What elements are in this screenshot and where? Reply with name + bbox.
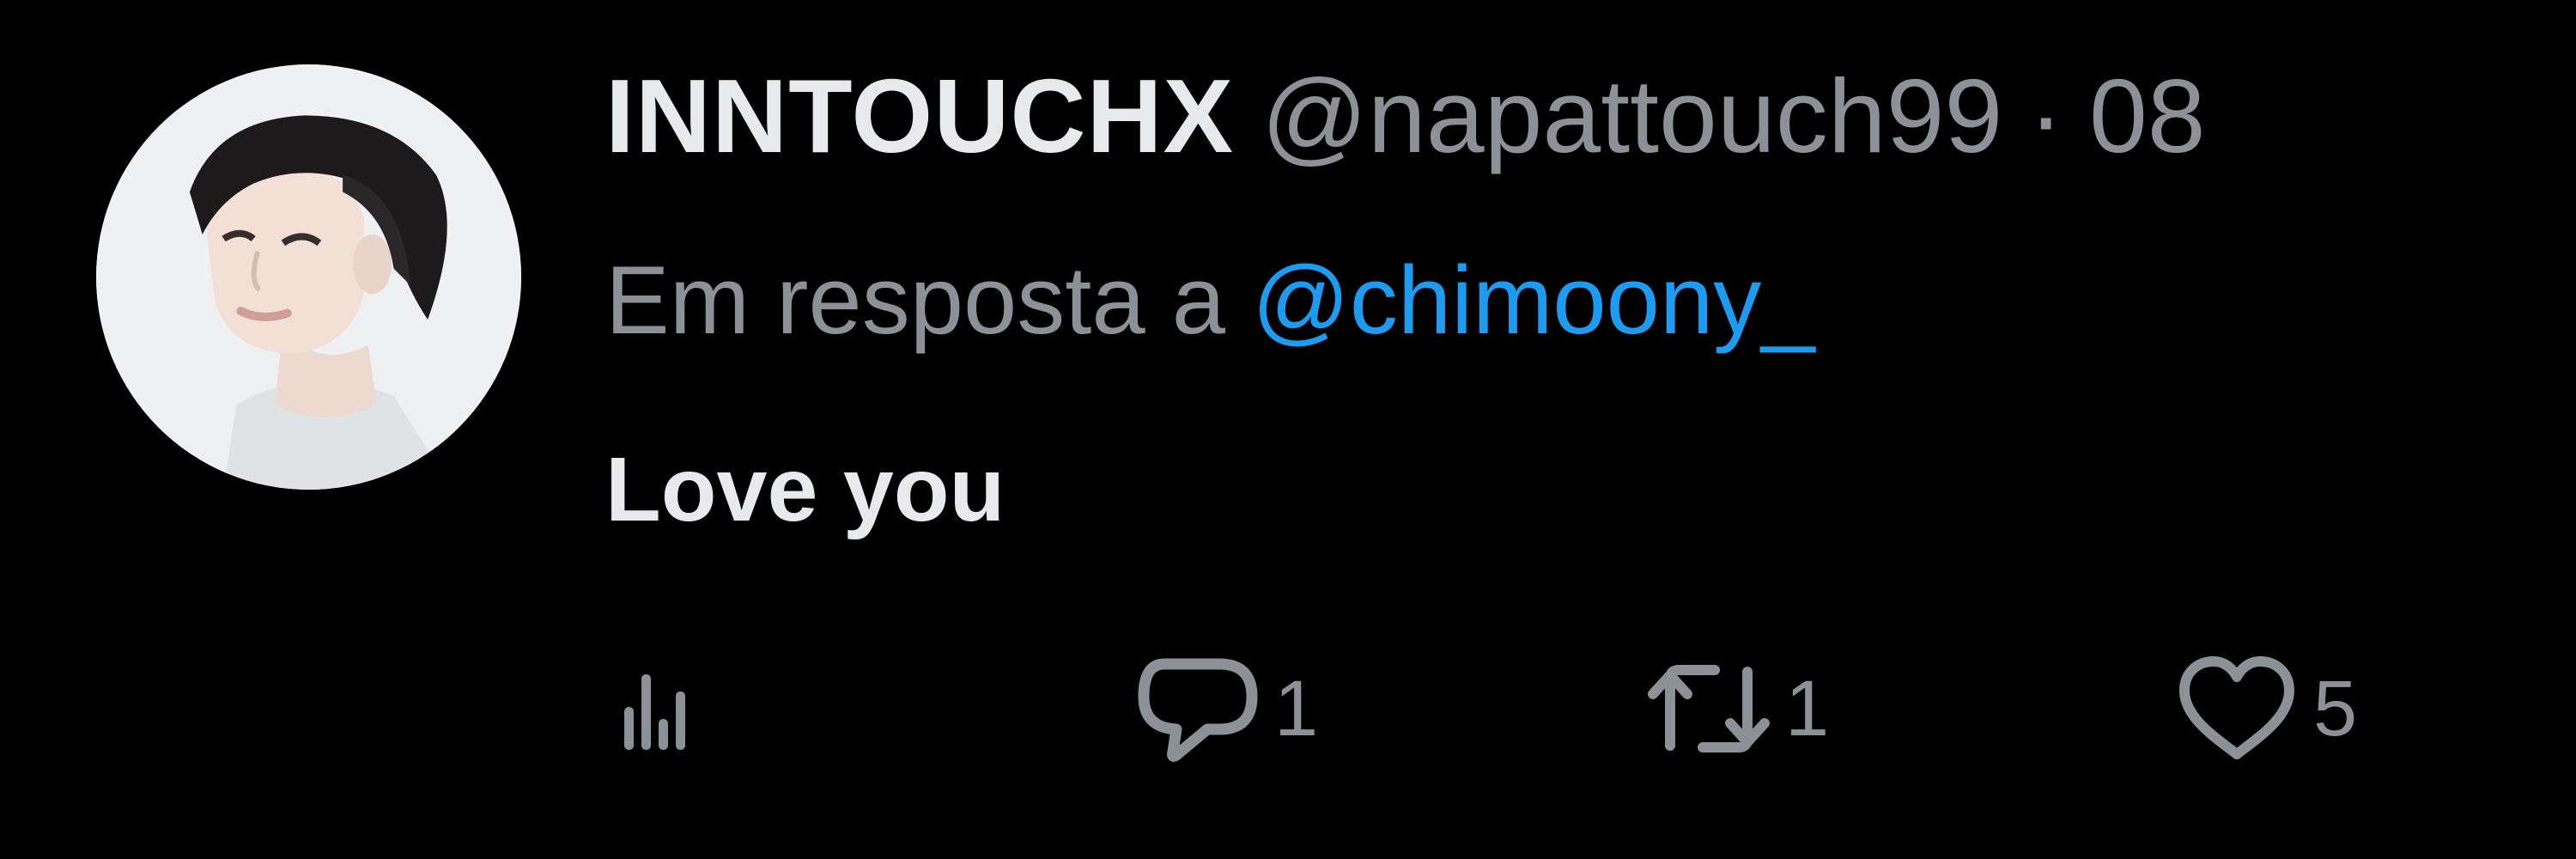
like-count: 5: [2313, 665, 2358, 752]
separator-dot: ·: [2028, 58, 2063, 174]
timestamp[interactable]: 08: [2089, 60, 2206, 172]
user-handle[interactable]: @napattouch99: [1261, 60, 2002, 172]
like-button[interactable]: 5: [2172, 640, 2357, 777]
reply-prefix: Em resposta a: [605, 247, 1226, 354]
profile-photo: [96, 64, 521, 490]
reply-count: 1: [1274, 665, 1319, 752]
tweet-actions: 1 1 5: [0, 640, 2576, 777]
retweet-button[interactable]: 1: [1644, 640, 1829, 777]
tweet-card[interactable]: INNTOUCHX @napattouch99 · 08 Em resposta…: [0, 0, 2576, 859]
speech-bubble-icon: [1138, 658, 1258, 762]
heart-icon: [2179, 656, 2294, 759]
tweet-text: Love you: [605, 439, 1005, 540]
avatar[interactable]: [96, 64, 521, 490]
tweet-header: INNTOUCHX @napattouch99 · 08: [605, 60, 2206, 172]
views-button[interactable]: [623, 640, 691, 777]
reply-to-link[interactable]: @chimoony_: [1252, 247, 1814, 354]
bar-chart-icon: [624, 674, 685, 750]
display-name[interactable]: INNTOUCHX: [605, 60, 1234, 172]
reply-button[interactable]: 1: [1133, 640, 1318, 777]
retweet-count: 1: [1785, 665, 1830, 752]
retweet-icon: [1648, 665, 1770, 752]
reply-context: Em resposta a @chimoony_: [605, 245, 1815, 356]
